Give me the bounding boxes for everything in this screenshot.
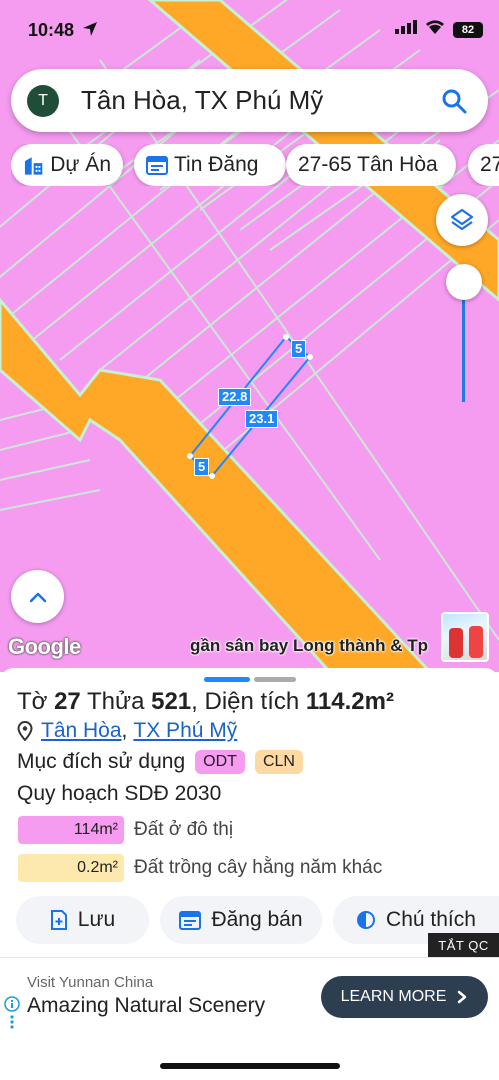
status-icons: 82 [395, 20, 483, 39]
location-row: Tân Hòa, TX Phú Mỹ [17, 719, 237, 743]
chip-tin-dang[interactable]: Tin Đăng [134, 144, 286, 186]
chevron-up-icon [29, 592, 46, 602]
ad-banner[interactable]: Visit Yunnan China Amazing Natural Scene… [0, 957, 499, 1035]
chip-label: 27 [480, 153, 499, 176]
land-use-name: Đất ở đô thị [134, 819, 234, 840]
land-use-row: 114m² Đất ở đô thị [18, 815, 233, 845]
chip-recent-search-2[interactable]: 27 [468, 144, 499, 186]
save-label: Lưu [77, 908, 116, 931]
sheet-label: Tờ [17, 688, 48, 715]
commune-link[interactable]: Tân Hòa [41, 719, 122, 743]
land-use-area: 0.2m² [18, 854, 124, 882]
learn-more-label: LEARN MORE [340, 988, 447, 1005]
map-pin-icon [17, 721, 33, 741]
land-use-area: 114m² [18, 816, 124, 844]
location-separator: , [121, 719, 128, 742]
expand-sheet-button[interactable] [11, 570, 64, 623]
search-icon[interactable] [434, 81, 474, 121]
chip-label: Tin Đăng [174, 153, 259, 176]
sheet-handle-secondary[interactable] [254, 677, 296, 682]
save-button[interactable]: Lưu [16, 896, 149, 944]
ad-subtitle: Visit Yunnan China [27, 974, 154, 991]
learn-more-button[interactable]: LEARN MORE [321, 976, 488, 1018]
post-label: Đăng bán [211, 908, 303, 931]
status-bar: 10:48 82 [0, 0, 499, 60]
wifi-icon [425, 20, 445, 39]
parcel-info-sheet: Tờ 27 Thửa 521, Diện tích 114.2m² Tân Hò… [0, 668, 499, 958]
chip-label: 27-65 Tân Hòa [298, 153, 438, 176]
dimension-label-right: 23.1 [245, 410, 279, 428]
dimension-label-top: 5 [291, 340, 307, 358]
purpose-row: Mục đích sử dụng ODT CLN [17, 750, 303, 774]
layers-icon [450, 208, 474, 231]
ad-info-icon[interactable] [4, 996, 20, 1037]
status-time: 10:48 [28, 20, 75, 40]
contrast-icon [357, 911, 376, 929]
street-view-thumbnail[interactable] [441, 612, 489, 662]
search-input[interactable]: Tân Hòa, TX Phú Mỹ [81, 85, 434, 116]
purpose-badge-cln: CLN [254, 750, 303, 774]
map-view[interactable]: 5 22.8 23.1 5 10:48 82 T Tân Hòa, TX Phú… [0, 0, 499, 672]
sheet-handle[interactable] [204, 677, 250, 682]
search-bar[interactable]: T Tân Hòa, TX Phú Mỹ [11, 69, 488, 132]
home-indicator-area [0, 1035, 499, 1080]
opacity-slider-handle[interactable] [446, 264, 482, 300]
avatar[interactable]: T [27, 84, 59, 117]
calendar-icon [146, 156, 168, 175]
chip-du-an[interactable]: Dự Án [11, 144, 123, 186]
purpose-label: Mục đích sử dụng [17, 750, 186, 773]
area-label: , Diện tích [191, 688, 300, 715]
home-indicator[interactable] [160, 1063, 340, 1069]
ad-title: Amazing Natural Scenery [27, 994, 266, 1017]
plan-title: Quy hoạch SDĐ 2030 [17, 782, 222, 805]
filter-chips: Dự Án Tin Đăng 27-65 Tân Hòa 27 [11, 144, 499, 186]
calendar-icon [179, 911, 202, 930]
chevron-right-icon [458, 990, 467, 1004]
layers-button[interactable] [436, 194, 488, 246]
google-logo: Google [8, 634, 81, 659]
battery-icon: 82 [453, 21, 483, 38]
cellular-signal-icon [395, 20, 417, 39]
add-bookmark-icon [50, 910, 67, 930]
building-icon [24, 157, 43, 175]
dimension-label-bottom: 5 [194, 458, 210, 476]
lot-label: Thửa [87, 688, 145, 715]
land-use-row: 0.2m² Đất trồng cây hằng năm khác [18, 853, 382, 883]
legend-label: Chú thích [386, 908, 476, 931]
lot-number: 521 [151, 688, 192, 715]
location-arrow-icon [82, 21, 98, 42]
chip-label: Dự Án [50, 153, 111, 176]
area-value: 114.2m² [305, 688, 394, 715]
town-link[interactable]: TX Phú Mỹ [133, 719, 237, 743]
opacity-slider-track[interactable] [462, 282, 465, 402]
post-for-sale-button[interactable]: Đăng bán [160, 896, 322, 944]
land-use-name: Đất trồng cây hằng năm khác [134, 857, 383, 878]
map-caption: gần sân bay Long thành & Tp [190, 636, 428, 655]
purpose-badge-odt: ODT [195, 750, 245, 774]
sheet-number: 27 [54, 688, 81, 715]
close-ad-button[interactable]: TẮT QC [428, 933, 499, 957]
dimension-label-left: 22.8 [218, 388, 252, 406]
chip-recent-search[interactable]: 27-65 Tân Hòa [286, 144, 456, 186]
parcel-title: Tờ 27 Thửa 521, Diện tích 114.2m² [17, 688, 394, 716]
